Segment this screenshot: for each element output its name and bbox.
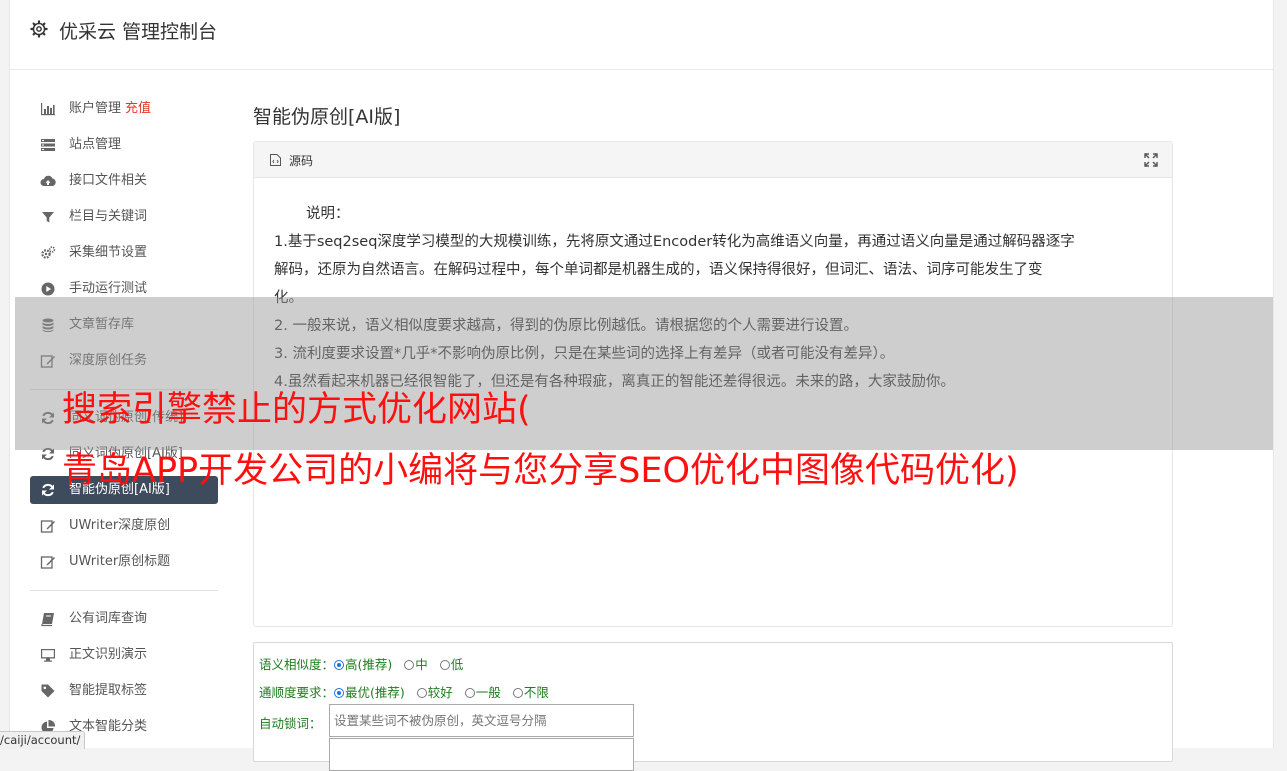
edit-icon: [40, 520, 55, 533]
headline-line-2: 青岛APP开发公司的小编将与您分享SEO优化中图像代码优化): [62, 451, 1019, 491]
similarity-label: 语义相似度：: [259, 657, 335, 672]
description-line: 解码，还原为自然语言。在解码过程中，每个单词都是机器生成的，语义保持得很好，但词…: [274, 262, 1043, 278]
radio-button[interactable]: [416, 688, 427, 698]
sidebar-item-sites[interactable]: 站点管理: [30, 131, 218, 159]
lock-words-input[interactable]: [329, 704, 634, 737]
book-icon: [41, 613, 54, 627]
sidebar-item-uwriter-deep[interactable]: UWriter深度原创: [30, 512, 218, 540]
lock-words-label: 自动锁词：: [259, 716, 322, 731]
recharge-link[interactable]: 充值: [125, 101, 151, 116]
similarity-option-high[interactable]: 高(推荐): [334, 657, 392, 672]
fullscreen-icon[interactable]: [1144, 153, 1158, 167]
file-code-icon: [270, 154, 281, 166]
sidebar-item-label: 采集细节设置: [69, 245, 148, 260]
similarity-option-medium[interactable]: 中: [404, 657, 428, 672]
sidebar-item-collect-settings[interactable]: 采集细节设置: [30, 239, 218, 267]
radio-button[interactable]: [439, 660, 450, 670]
secondary-input[interactable]: [329, 738, 634, 771]
top-bar: 优采云 管理控制台: [10, 0, 1273, 70]
radio-button[interactable]: [512, 688, 523, 698]
play-circle-icon: [41, 282, 55, 296]
fluency-option-good[interactable]: 较好: [416, 685, 453, 700]
radio-button[interactable]: [334, 660, 345, 670]
description-line: 1.基于seq2seq深度学习模型的大规模训练，先将原文通过Encoder转化为…: [274, 234, 1075, 250]
sidebar-item-public-lexicon[interactable]: 公有词库查询: [30, 605, 218, 633]
refresh-icon: [42, 483, 54, 497]
panel-header: 源码: [254, 142, 1172, 178]
similarity-row: 语义相似度： 高(推荐) 中低: [259, 654, 475, 673]
list-icon: [41, 139, 55, 151]
sidebar-item-text-recognition[interactable]: 正文识别演示: [30, 641, 218, 669]
sidebar-item-label: 接口文件相关: [69, 173, 148, 188]
sidebar-item-smart-tags[interactable]: 智能提取标签: [30, 677, 218, 705]
fluency-option-best[interactable]: 最优(推荐): [334, 685, 405, 700]
sidebar-item-label: 栏目与关键词: [69, 209, 148, 224]
similarity-option-low[interactable]: 低: [439, 657, 463, 672]
sidebar-item-label: UWriter原创标题: [69, 554, 171, 569]
radio-button[interactable]: [404, 660, 415, 670]
filter-icon: [42, 212, 54, 223]
sidebar-item-label: 账户管理: [69, 101, 122, 116]
gears-icon: [41, 246, 56, 259]
sidebar-divider: [30, 590, 218, 591]
sidebar-item-label: UWriter深度原创: [69, 518, 171, 533]
settings-form: 语义相似度： 高(推荐) 中低 通顺度要求： 最优(推荐) 较好 一般 不限 自动锁词：: [253, 642, 1173, 771]
bar-chart-icon: [41, 103, 55, 116]
radio-button[interactable]: [334, 688, 345, 698]
fluency-label: 通顺度要求：: [259, 685, 335, 700]
headline-line-1: 搜索引擎禁止的方式优化网站(: [62, 390, 531, 430]
app-title: 优采云 管理控制台: [59, 21, 218, 43]
fluency-option-unlimited[interactable]: 不限: [512, 685, 549, 700]
fluency-row: 通顺度要求： 最优(推荐) 较好 一般 不限: [259, 682, 561, 701]
fluency-option-normal[interactable]: 一般: [464, 685, 501, 700]
radio-button[interactable]: [464, 688, 475, 698]
sidebar-item-uwriter-title[interactable]: UWriter原创标题: [30, 548, 218, 576]
panel-header-label: 源码: [289, 154, 314, 168]
sidebar-item-interface-files[interactable]: 接口文件相关: [30, 167, 218, 195]
edit-icon: [40, 556, 55, 569]
tag-icon: [41, 684, 55, 698]
status-bar-url: /caiji/account/: [0, 731, 86, 749]
description-line: 说明：: [306, 206, 350, 222]
sidebar-item-label: 公有词库查询: [69, 611, 148, 626]
cloud-upload-icon: [40, 175, 56, 186]
sidebar-item-account[interactable]: 账户管理 充值: [30, 95, 218, 123]
sidebar-item-label: 智能提取标签: [69, 683, 148, 698]
page-title: 智能伪原创[AI版]: [253, 106, 401, 128]
monitor-icon: [41, 649, 55, 662]
sidebar-item-label: 站点管理: [69, 137, 122, 152]
sidebar-item-label: 正文识别演示: [69, 647, 148, 662]
gear-icon: [30, 20, 48, 38]
sidebar-item-columns-keywords[interactable]: 栏目与关键词: [30, 203, 218, 231]
